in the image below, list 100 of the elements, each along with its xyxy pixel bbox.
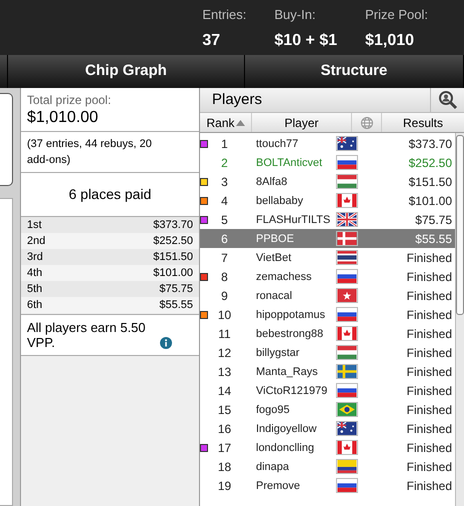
flag-icon <box>336 421 358 436</box>
player-row[interactable]: 11 bebestrong88 Finished <box>200 324 455 343</box>
player-name: Premove <box>256 480 300 492</box>
player-row[interactable]: 10 hipoppotamus Finished <box>200 305 455 324</box>
result: Finished <box>406 478 452 494</box>
flag-icon <box>336 326 358 341</box>
flag-icon <box>336 364 358 379</box>
player-row[interactable]: 16 Indigoyellow Finished <box>200 419 455 438</box>
payout: $55.55 <box>159 298 193 313</box>
payout: $151.50 <box>153 250 193 265</box>
rank: 14 <box>218 382 232 400</box>
rank: 6 <box>221 230 228 248</box>
result: $252.50 <box>408 154 452 172</box>
player-row[interactable]: 4 bellababy $101.00 <box>200 191 455 210</box>
panel-title: Players <box>211 90 264 110</box>
rank: 17 <box>218 440 232 456</box>
player-name: ttouch77 <box>256 138 298 150</box>
rank: 16 <box>218 420 232 438</box>
vpp-note: All players earn 5.50 VPP. <box>27 320 147 350</box>
rank: 3 <box>221 174 228 190</box>
result: Finished <box>406 268 452 286</box>
player-row[interactable]: 2 BOLTAnticvet $252.50 <box>200 153 455 172</box>
result: Finished <box>406 250 452 266</box>
player-row[interactable]: 15 fogo95 Finished <box>200 400 455 419</box>
column-header[interactable]: Player <box>252 113 352 132</box>
result: Finished <box>406 382 452 400</box>
result: Finished <box>406 420 452 438</box>
player-row[interactable]: 19 Premove Finished <box>200 476 455 495</box>
flag-icon <box>336 212 358 227</box>
flag-icon <box>336 136 358 151</box>
player-row[interactable]: 9 ronacal Finished <box>200 286 455 305</box>
stat-label: Prize Pool: <box>365 6 428 24</box>
flag-icon <box>336 250 358 265</box>
flag-icon <box>336 231 358 246</box>
result: Finished <box>406 402 452 418</box>
player-row[interactable]: 17 londonclling Finished <box>200 438 455 457</box>
result: Finished <box>406 364 452 380</box>
entries-breakdown: (37 entries, 44 rebuys, 20 add-ons) <box>27 137 153 168</box>
rank: 11 <box>218 326 231 342</box>
place: 4th <box>27 266 42 281</box>
column-header[interactable]: Results <box>382 113 464 132</box>
player-row[interactable]: 5 FLASHurTILTS $75.75 <box>200 210 455 229</box>
tab[interactable]: Structure <box>245 55 464 88</box>
sort-icon <box>236 120 244 126</box>
tab[interactable] <box>0 55 8 88</box>
player-row[interactable]: 12 billygstar Finished <box>200 343 455 362</box>
player-name: bellababy <box>256 195 304 208</box>
player-name: bebestrong88 <box>256 328 324 340</box>
globe-icon[interactable] <box>360 116 372 128</box>
rank: 1 <box>221 136 228 152</box>
result: Finished <box>406 440 452 456</box>
player-row[interactable]: 6 PPBOE $55.55 <box>200 229 455 248</box>
stat-value: $1,010 <box>365 30 414 50</box>
player-name: dinapa <box>256 461 290 474</box>
rank: 9 <box>221 288 228 304</box>
flag-icon <box>336 288 358 303</box>
place: 1st <box>27 218 42 233</box>
stat-value: $10 + $1 <box>274 30 338 50</box>
player-name: Indigoyellow <box>256 423 317 436</box>
player-row[interactable]: 14 ViCtoR121979 Finished <box>200 381 455 400</box>
info-icon[interactable] <box>160 337 172 349</box>
player-row[interactable]: 1 ttouch77 $373.70 <box>200 134 455 153</box>
rank: 8 <box>221 268 228 286</box>
rank: 7 <box>221 250 228 266</box>
payout: $75.75 <box>159 282 193 297</box>
result: Finished <box>406 458 452 476</box>
scrollbar[interactable] <box>455 133 464 506</box>
flag-icon <box>336 155 358 170</box>
flag-icon <box>336 440 358 455</box>
player-row[interactable]: 18 dinapa Finished <box>200 457 455 476</box>
flag-icon <box>336 402 358 417</box>
result: Finished <box>406 288 452 304</box>
rank: 13 <box>218 364 232 380</box>
player-name: zemachess <box>256 271 312 284</box>
player-row[interactable]: 13 Manta_Rays Finished <box>200 362 455 381</box>
player-row[interactable]: 7 VietBet Finished <box>200 248 455 267</box>
flag-icon <box>336 174 358 189</box>
search-icon <box>438 90 458 110</box>
payout: $101.00 <box>153 266 193 281</box>
stat-value: 37 <box>202 30 220 50</box>
tab[interactable]: Chip Graph <box>8 55 245 88</box>
stat-label: Entries: <box>202 6 246 24</box>
scroll-thumb[interactable] <box>456 135 464 315</box>
rank: 2 <box>221 154 228 172</box>
place: 2nd <box>27 234 46 249</box>
player-name: hipoppotamus <box>256 309 326 322</box>
flag-icon <box>336 193 358 208</box>
rank: 10 <box>218 306 232 324</box>
flag-icon <box>336 345 358 360</box>
player-row[interactable]: 8 zemachess Finished <box>200 267 455 286</box>
place: 3rd <box>27 250 43 265</box>
result: $75.75 <box>415 212 452 228</box>
player-row[interactable]: 3 8Alfa8 $151.50 <box>200 172 455 191</box>
player-name: Manta_Rays <box>256 366 318 378</box>
column-header[interactable]: Rank <box>200 113 252 132</box>
player-name: fogo95 <box>256 404 290 416</box>
result: Finished <box>406 326 452 342</box>
flag-icon <box>336 269 358 284</box>
rank: 18 <box>218 458 232 476</box>
payout: $373.70 <box>153 218 193 233</box>
